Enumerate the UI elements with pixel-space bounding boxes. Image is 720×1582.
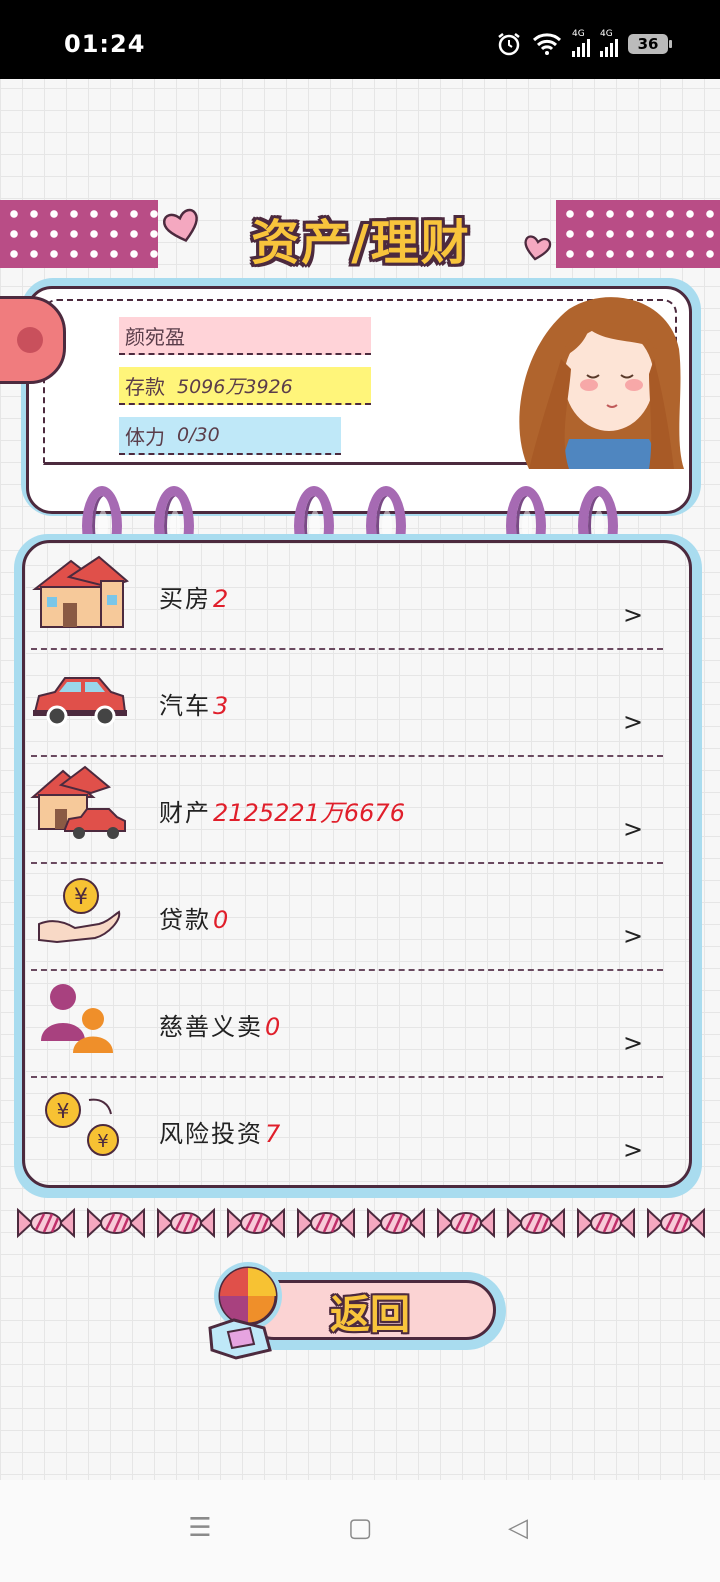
candy-icon [507, 1207, 565, 1239]
list-item-property[interactable]: 财产2125221万6676 > [25, 757, 689, 864]
list-item-loan[interactable]: ¥ 贷款0 > [25, 864, 689, 971]
candy-icon [297, 1207, 355, 1239]
profile-card: 颜宛盈 存款 5096万3926 体力 0/30 [26, 286, 692, 514]
savings-field: 存款 5096万3926 [119, 367, 371, 405]
battery-icon: 36 [628, 33, 672, 54]
status-time: 01:24 [64, 30, 146, 58]
side-tab-button[interactable] [0, 296, 66, 384]
home-icon[interactable]: ▢ [340, 1508, 380, 1548]
lollipop-icon [208, 1262, 282, 1360]
chevron-right-icon: > [623, 1136, 644, 1164]
menu-list: 买房2 > 汽车3 > 财产2125221万6676 > ¥ 贷款0 > 慈善义… [22, 540, 692, 1188]
savings-label: 存款 [125, 374, 165, 399]
candy-icon [577, 1207, 635, 1239]
name-field: 颜宛盈 [119, 317, 371, 355]
svg-text:¥: ¥ [74, 885, 88, 910]
candy-icon [227, 1207, 285, 1239]
stamina-field: 体力 0/30 [119, 417, 341, 455]
heart-icon [524, 235, 552, 261]
list-item-buy-house[interactable]: 买房2 > [25, 543, 689, 650]
wifi-icon [532, 32, 562, 55]
player-name: 颜宛盈 [125, 324, 185, 349]
network-type-1: 4G [572, 29, 585, 39]
car-icon [33, 677, 127, 727]
signal-icon-2: 4G [600, 30, 618, 57]
item-label: 贷款 [159, 906, 211, 934]
item-label: 买房 [159, 585, 211, 613]
item-label: 汽车 [159, 692, 211, 720]
candy-divider [16, 1206, 706, 1242]
item-value: 7 [265, 1120, 281, 1148]
list-item-charity-sale[interactable]: 慈善义卖0 > [25, 971, 689, 1078]
network-type-2: 4G [600, 29, 613, 39]
list-item-car[interactable]: 汽车3 > [25, 650, 689, 757]
candy-icon [647, 1207, 705, 1239]
return-button-label: 返回 [330, 1292, 410, 1338]
candy-icon [367, 1207, 425, 1239]
back-icon[interactable]: ◁ [498, 1508, 538, 1548]
candy-icon [437, 1207, 495, 1239]
item-value: 0 [265, 1013, 281, 1041]
alarm-icon [498, 32, 520, 55]
candy-icon [157, 1207, 215, 1239]
candy-icon [87, 1207, 145, 1239]
item-label: 慈善义卖 [159, 1013, 263, 1041]
stamina-value: 0/30 [177, 424, 220, 446]
item-value: 3 [213, 692, 229, 720]
chevron-right-icon: > [623, 922, 644, 950]
right-tape-decoration [556, 200, 720, 268]
item-value: 2 [213, 585, 229, 613]
list-item-venture-investment[interactable]: ¥ ¥ 风险投资7 > [25, 1078, 689, 1185]
item-value: 2125221万6676 [213, 799, 405, 827]
chevron-right-icon: > [623, 815, 644, 843]
charity-icon [41, 984, 113, 1053]
chevron-right-icon: > [623, 1029, 644, 1057]
house-icon [32, 555, 129, 628]
page-title: 资产/理财 [251, 215, 471, 271]
item-label: 风险投资 [159, 1120, 263, 1148]
status-bar: 01:24 4G 4G 36 [0, 0, 720, 79]
svg-text:¥: ¥ [57, 1099, 70, 1123]
chevron-right-icon: > [623, 601, 644, 629]
candy-icon [17, 1207, 75, 1239]
status-icons: 4G 4G 36 [496, 30, 672, 57]
investment-icon: ¥ ¥ [45, 1092, 119, 1156]
system-nav-bar: ☰ ▢ ◁ [0, 1480, 720, 1582]
chevron-right-icon: > [623, 708, 644, 736]
svg-text:¥: ¥ [97, 1131, 108, 1152]
item-label: 财产 [159, 799, 211, 827]
item-value: 0 [213, 906, 229, 934]
heart-icon [162, 208, 198, 243]
loan-icon: ¥ [38, 878, 121, 944]
signal-icon-1: 4G [572, 30, 590, 57]
savings-value: 5096万3926 [177, 375, 293, 398]
avatar [519, 297, 684, 469]
stamina-label: 体力 [125, 424, 165, 449]
menu-icon[interactable]: ☰ [180, 1508, 220, 1548]
left-tape-decoration [0, 200, 158, 268]
property-icon [30, 765, 126, 839]
